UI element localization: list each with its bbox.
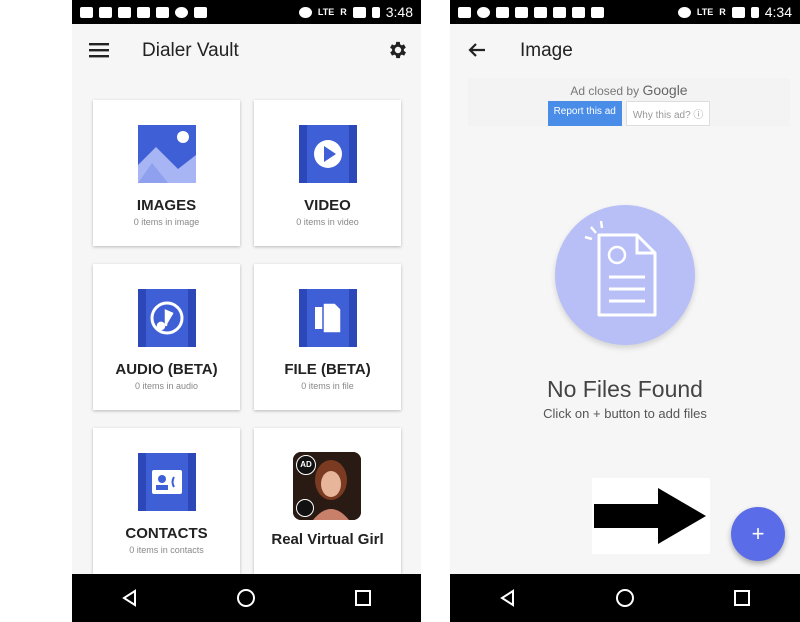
contact-card-icon xyxy=(138,453,196,511)
message-icon xyxy=(80,6,93,18)
roaming-label: R xyxy=(719,6,726,17)
document-icon xyxy=(584,220,657,317)
tile-label: IMAGES xyxy=(136,197,197,214)
phone-icon xyxy=(175,6,188,18)
battery-icon xyxy=(371,6,380,18)
ad-closed-text: Ad closed by Google xyxy=(468,82,790,98)
tile-count: 0 items in file xyxy=(301,381,354,391)
tile-label: VIDEO xyxy=(304,197,351,214)
empty-file-illustration xyxy=(555,205,695,345)
photo-icon xyxy=(553,6,566,18)
signal-icon xyxy=(731,6,745,18)
message-icon xyxy=(458,6,471,18)
ad-closed-banner: Ad closed by Google Report this ad Why t… xyxy=(468,78,790,126)
tile-label: AUDIO (BETA) xyxy=(115,361,218,378)
right-phone-screen: LTE R 4:34 Image Ad closed by Google Rep… xyxy=(450,0,800,622)
wifi-icon xyxy=(591,6,604,18)
app-notification-icon xyxy=(137,6,150,18)
why-ad-button[interactable]: Why this ad? ⓘ xyxy=(625,101,711,126)
alarm-icon xyxy=(677,6,691,18)
tile-count: 0 items in video xyxy=(296,217,359,227)
status-time: 4:34 xyxy=(764,4,792,20)
hamburger-menu-icon[interactable] xyxy=(89,42,109,63)
empty-state-subtitle: Click on + button to add files xyxy=(543,406,707,421)
tile-count: 0 items in audio xyxy=(134,381,199,391)
tile-count: 0 items in image xyxy=(133,217,200,227)
nav-home-icon[interactable] xyxy=(605,578,645,618)
nav-back-icon[interactable] xyxy=(488,578,528,618)
notification-icons xyxy=(450,6,604,18)
system-status: LTE R 3:48 xyxy=(298,4,421,20)
tile-label: CONTACTS xyxy=(125,525,208,542)
tile-count: 0 items in contacts xyxy=(129,545,204,555)
empty-state-title: No Files Found xyxy=(547,376,703,402)
tile-file[interactable]: FILE (BETA) 0 items in file xyxy=(254,264,401,410)
pointer-arrow-icon xyxy=(592,478,710,554)
network-label: LTE xyxy=(317,6,335,17)
image-icon xyxy=(138,125,196,183)
tile-video[interactable]: VIDEO 0 items in video xyxy=(254,100,401,246)
tile-label: FILE (BETA) xyxy=(284,361,371,378)
tile-contacts[interactable]: CONTACTS 0 items in contacts xyxy=(93,428,240,574)
fw-icon xyxy=(194,6,207,18)
nav-back-icon[interactable] xyxy=(110,578,150,618)
photo-icon xyxy=(156,6,169,18)
music-note-icon xyxy=(138,289,196,347)
tile-ad-app[interactable]: AD Real Virtual Girl xyxy=(254,428,401,574)
nav-recents-icon[interactable] xyxy=(343,578,383,618)
status-bar: LTE R 4:34 xyxy=(450,0,800,24)
status-bar: LTE R 3:48 xyxy=(72,0,421,24)
network-label: LTE xyxy=(696,6,714,17)
link-icon xyxy=(296,499,314,517)
add-file-button[interactable]: + xyxy=(731,507,785,561)
screen-title: Image xyxy=(520,40,573,61)
status-time: 3:48 xyxy=(385,4,413,20)
app-title: Dialer Vault xyxy=(142,40,239,61)
battery-icon xyxy=(750,6,759,18)
ad-closed-label: Ad closed by xyxy=(570,84,640,98)
app-bar: Dialer Vault xyxy=(72,24,421,78)
roaming-label: R xyxy=(340,6,347,17)
back-arrow-icon[interactable] xyxy=(468,42,486,63)
nav-recents-icon[interactable] xyxy=(722,578,762,618)
app-notification-icon xyxy=(515,6,528,18)
ad-badge: AD xyxy=(296,455,316,475)
tile-label: Real Virtual Girl xyxy=(271,531,384,548)
box-icon xyxy=(572,6,585,18)
pinwheel-icon xyxy=(534,6,547,18)
gear-icon[interactable] xyxy=(387,39,409,66)
nav-home-icon[interactable] xyxy=(226,578,266,618)
drive-icon xyxy=(118,6,131,18)
notification-icons xyxy=(72,6,207,18)
tile-audio[interactable]: AUDIO (BETA) 0 items in audio xyxy=(93,264,240,410)
video-play-icon xyxy=(299,125,357,183)
chat-icon xyxy=(477,6,490,18)
gmail-icon xyxy=(99,6,112,18)
nav-bar xyxy=(72,574,421,622)
tile-images[interactable]: IMAGES 0 items in image xyxy=(93,100,240,246)
drive-icon xyxy=(496,6,509,18)
app-bar: Image xyxy=(450,24,800,78)
signal-icon xyxy=(352,6,366,18)
google-logo: Google xyxy=(642,82,688,98)
left-phone-screen: LTE R 3:48 Dialer Vault IMAGES 0 items i… xyxy=(72,0,421,622)
file-copy-icon xyxy=(299,289,357,347)
report-ad-button[interactable]: Report this ad xyxy=(547,101,622,126)
alarm-icon xyxy=(298,6,312,18)
system-status: LTE R 4:34 xyxy=(677,4,800,20)
ad-app-icon: AD xyxy=(293,452,361,520)
nav-bar xyxy=(450,574,800,622)
